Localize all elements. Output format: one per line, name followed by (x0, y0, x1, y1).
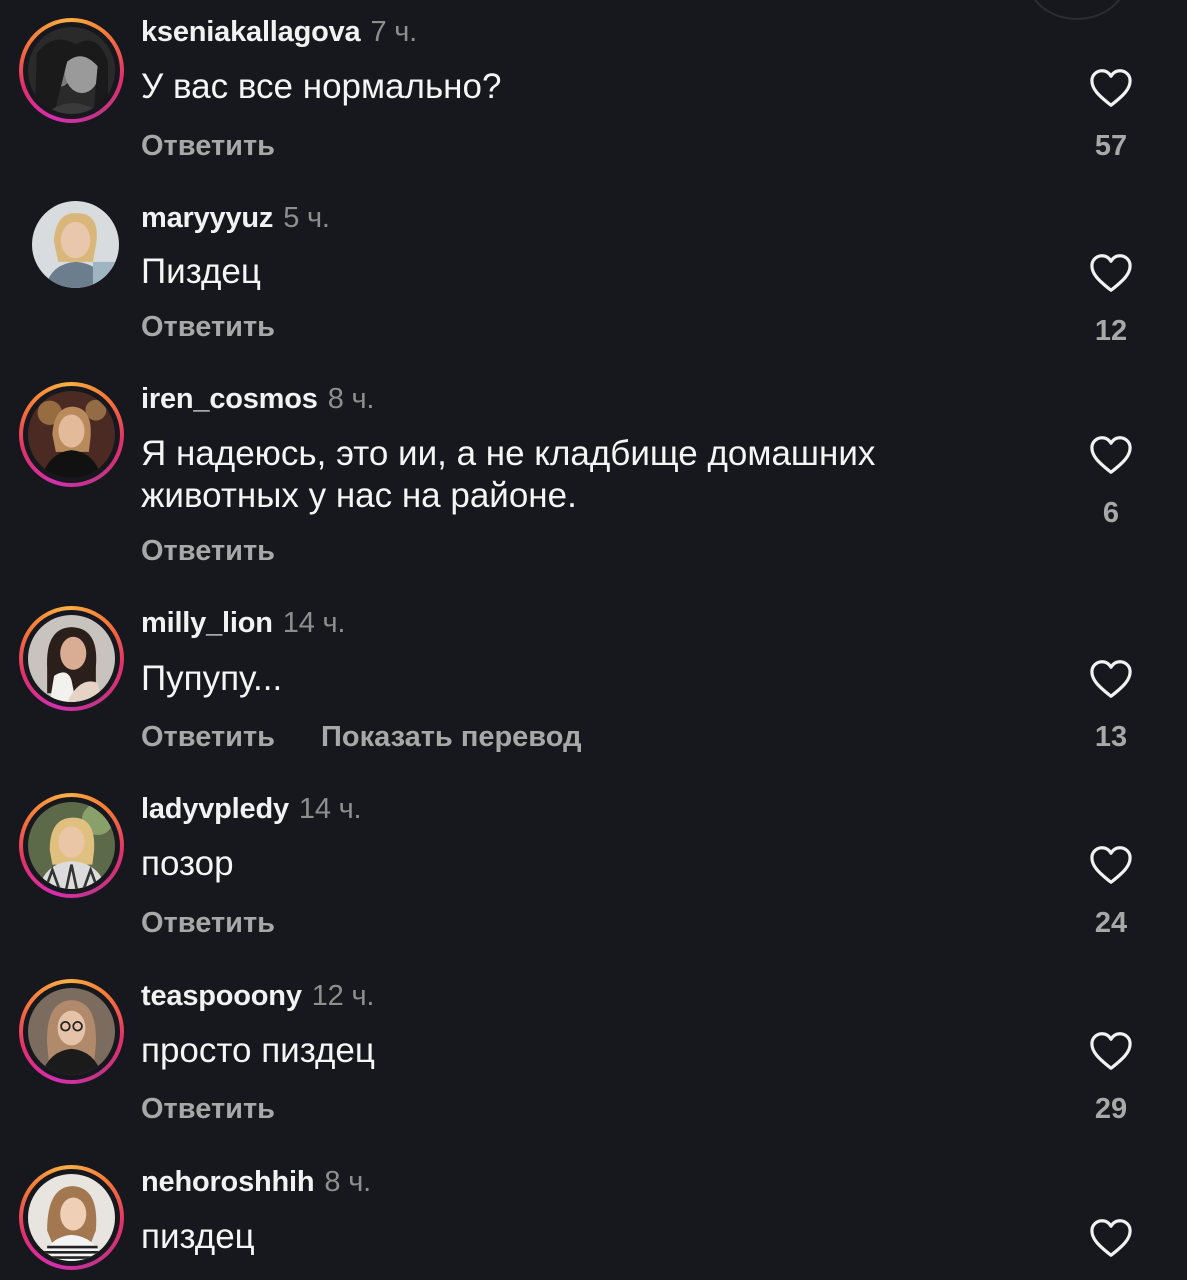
avatar (28, 1174, 115, 1261)
comment-text: позор (141, 844, 234, 883)
comment-actions: Ответить (141, 907, 275, 940)
heart-outline-icon[interactable] (1089, 253, 1133, 293)
comment-time: 12 ч. (311, 980, 375, 1012)
avatar (28, 27, 115, 114)
avatar[interactable] (32, 201, 119, 288)
comment-username[interactable]: ladyvpledy 14 ч. (141, 793, 362, 826)
like-count: 6 (1102, 497, 1120, 529)
comment-time: 5 ч. (283, 202, 330, 234)
comment-time: 8 ч. (324, 1166, 371, 1198)
reply-button[interactable]: Ответить (141, 1093, 275, 1125)
comment-username[interactable]: nehoroshhih 8 ч. (141, 1166, 371, 1199)
avatar-story-ring[interactable] (19, 793, 124, 898)
reply-button[interactable]: Ответить (141, 535, 275, 567)
like-count: 13 (1094, 721, 1128, 753)
comment-actions: Ответить Показать перевод (141, 721, 582, 754)
comment-username[interactable]: kseniakallagova 7 ч. (141, 16, 417, 49)
comment-text: просто пиздец (141, 1031, 375, 1070)
reply-button[interactable]: Ответить (141, 721, 275, 753)
username-text[interactable]: milly_lion (141, 607, 273, 639)
comment-actions: Ответить (141, 311, 275, 344)
avatar-story-ring[interactable] (19, 606, 124, 711)
username-text[interactable]: ladyvpledy (141, 793, 289, 825)
reply-button[interactable]: Ответить (141, 130, 275, 162)
like-button[interactable] (1080, 845, 1142, 885)
like-button[interactable] (1080, 1031, 1142, 1071)
comment-username[interactable]: teaspooony 12 ч. (141, 980, 374, 1013)
comment-actions: Ответить (141, 535, 275, 568)
username-text[interactable]: nehoroshhih (141, 1166, 315, 1198)
heart-outline-icon[interactable] (1089, 1218, 1133, 1258)
like-button[interactable] (1080, 435, 1142, 475)
comment-text: Я надеюсь, это ии, а не кладбище домашни… (141, 434, 876, 515)
avatar (28, 988, 115, 1075)
heart-outline-icon[interactable] (1089, 659, 1133, 699)
avatar-story-ring[interactable] (19, 18, 124, 123)
comment-text: пиздец (141, 1217, 255, 1256)
comment-username[interactable]: maryyyuz 5 ч. (141, 202, 330, 235)
comment-actions: Ответить (141, 130, 275, 163)
heart-outline-icon[interactable] (1089, 845, 1133, 885)
comment-text: Пупупу... (141, 659, 283, 698)
comment-time: 14 ч. (298, 793, 362, 825)
avatar (28, 802, 115, 889)
like-button[interactable] (1080, 659, 1142, 699)
username-text[interactable]: teaspooony (141, 980, 302, 1012)
comment-text: Пиздец (141, 252, 261, 291)
like-count: 29 (1094, 1093, 1128, 1125)
heart-outline-icon[interactable] (1089, 68, 1133, 108)
username-text[interactable]: kseniakallagova (141, 16, 361, 48)
partial-button-circle (1025, 0, 1129, 20)
like-button[interactable] (1080, 68, 1142, 108)
heart-outline-icon[interactable] (1089, 1031, 1133, 1071)
avatar (28, 391, 115, 478)
like-count: 57 (1094, 130, 1128, 162)
avatar-story-ring[interactable] (19, 1165, 124, 1270)
comment-username[interactable]: iren_cosmos 8 ч. (141, 383, 374, 416)
avatar-story-ring[interactable] (19, 382, 124, 487)
like-button[interactable] (1080, 1218, 1142, 1258)
comment-username[interactable]: milly_lion 14 ч. (141, 607, 345, 640)
comment-time: 8 ч. (327, 383, 375, 415)
reply-button[interactable]: Ответить (141, 907, 275, 939)
like-button[interactable] (1080, 253, 1142, 293)
username-text[interactable]: maryyyuz (141, 202, 273, 234)
comment-time: 14 ч. (282, 607, 346, 639)
comment-text: У вас все нормально? (141, 67, 502, 106)
avatar-story-ring[interactable] (19, 979, 124, 1084)
username-text[interactable]: iren_cosmos (141, 383, 318, 415)
show-translation-button[interactable]: Показать перевод (321, 721, 581, 753)
comment-actions: Ответить (141, 1093, 275, 1126)
comment-time: 7 ч. (370, 16, 418, 48)
like-count: 12 (1094, 315, 1128, 347)
heart-outline-icon[interactable] (1089, 435, 1133, 475)
reply-button[interactable]: Ответить (141, 311, 275, 343)
like-count: 24 (1094, 907, 1128, 939)
avatar (28, 615, 115, 702)
